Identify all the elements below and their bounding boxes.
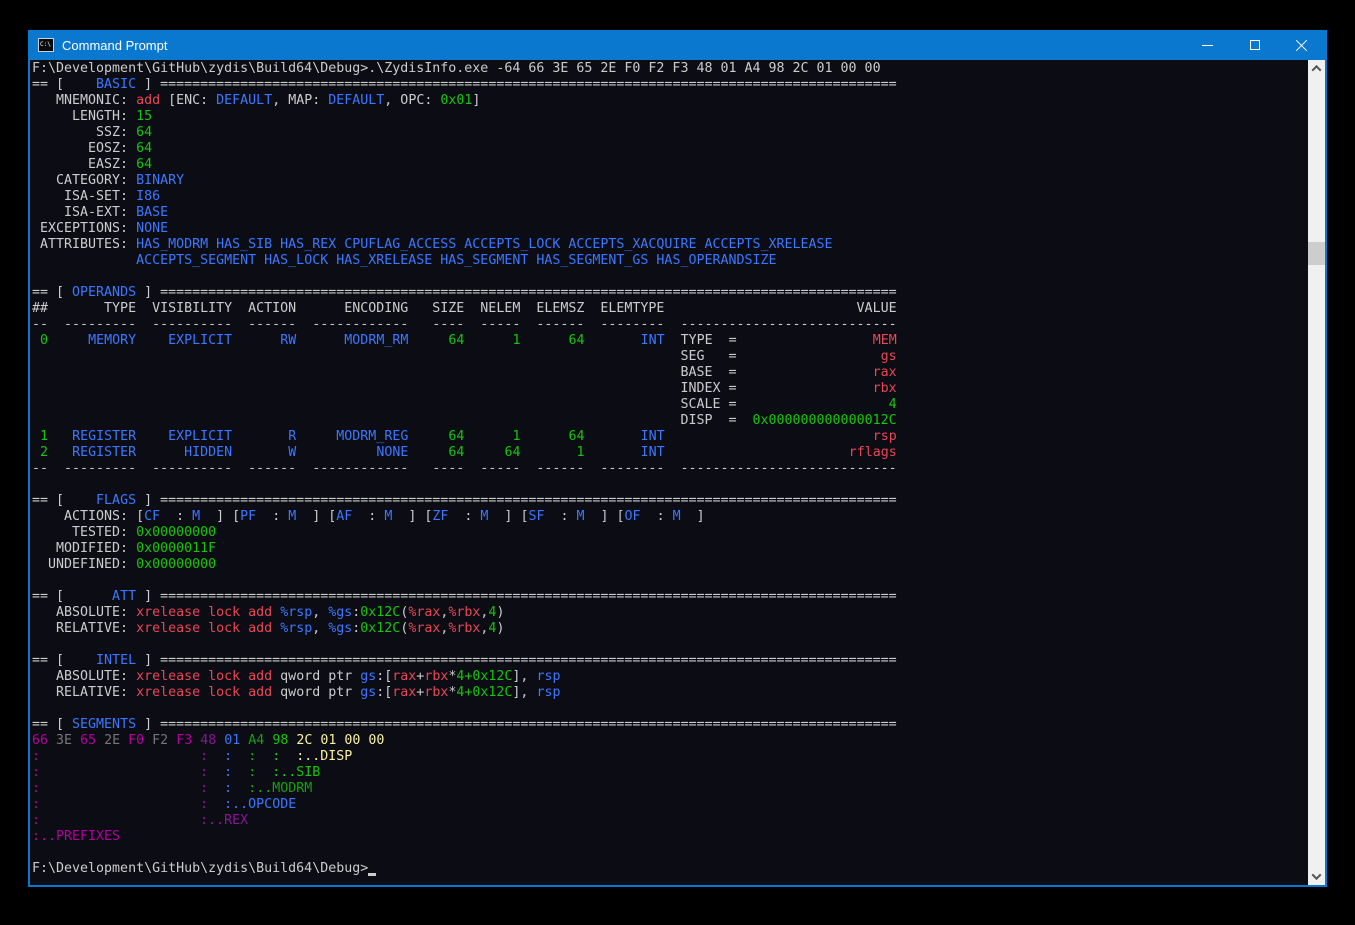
console: F:\Development\GitHub\zydis\Build64\Debu… [30,60,1325,885]
close-button[interactable] [1278,30,1325,60]
console-line [32,701,1308,717]
console-line: ABSOLUTE: xrelease lock add %rsp, %gs:0x… [32,605,1308,621]
console-line: 1 REGISTER EXPLICIT R MODRM_REG 64 1 64 … [32,429,1308,445]
console-line: SEG = gs [32,349,1308,365]
console-line [32,845,1308,861]
console-line [32,269,1308,285]
console-line: DISP = 0x000000000000012C [32,413,1308,429]
console-line: RELATIVE: xrelease lock add %rsp, %gs:0x… [32,621,1308,637]
console-line: -- --------- ---------- ------ ---------… [32,461,1308,477]
console-line: MODIFIED: 0x0000011F [32,541,1308,557]
chevron-up-icon [1312,65,1322,75]
maximize-button[interactable] [1231,30,1278,60]
console-line: :..PREFIXES [32,829,1308,845]
desktop: { "window": { "title": "Command Prompt",… [0,0,1355,925]
console-line: == [ SEGMENTS ] ========================… [32,717,1308,733]
console-line: SCALE = 4 [32,397,1308,413]
console-line: ABSOLUTE: xrelease lock add qword ptr gs… [32,669,1308,685]
console-line: ISA-EXT: BASE [32,205,1308,221]
window-controls [1184,30,1325,60]
text-cursor [368,862,376,877]
console-line: MNEMONIC: add [ENC: DEFAULT, MAP: DEFAUL… [32,93,1308,109]
minimize-icon [1202,45,1213,46]
maximize-icon [1250,40,1260,50]
scrollbar[interactable] [1308,60,1325,885]
console-line: : : : : : :..DISP [32,749,1308,765]
console-line: CATEGORY: BINARY [32,173,1308,189]
console-output[interactable]: F:\Development\GitHub\zydis\Build64\Debu… [30,60,1308,885]
console-line [32,637,1308,653]
console-line: EOSZ: 64 [32,141,1308,157]
console-line: ACTIONS: [CF : M ] [PF : M ] [AF : M ] [… [32,509,1308,525]
console-line: UNDEFINED: 0x00000000 [32,557,1308,573]
scrollbar-down-button[interactable] [1308,868,1325,885]
console-line: == [ ATT ] =============================… [32,589,1308,605]
console-line: == [ INTEL ] ===========================… [32,653,1308,669]
console-line: EASZ: 64 [32,157,1308,173]
console-line: F:\Development\GitHub\zydis\Build64\Debu… [32,861,1308,877]
console-line: INDEX = rbx [32,381,1308,397]
console-line: 2 REGISTER HIDDEN W NONE 64 64 1 INT rfl… [32,445,1308,461]
console-line: LENGTH: 15 [32,109,1308,125]
console-line: : : : : :..SIB [32,765,1308,781]
console-line [32,573,1308,589]
console-line: == [ FLAGS ] ===========================… [32,493,1308,509]
title-bar[interactable]: C:\ Command Prompt [30,30,1325,60]
console-line: TESTED: 0x00000000 [32,525,1308,541]
minimize-button[interactable] [1184,30,1231,60]
scrollbar-up-button[interactable] [1308,60,1325,77]
console-line: ATTRIBUTES: HAS_MODRM HAS_SIB HAS_REX CP… [32,237,1308,253]
console-line: : : :..OPCODE [32,797,1308,813]
close-icon [1295,39,1308,52]
console-line: : : : :..MODRM [32,781,1308,797]
console-line: EXCEPTIONS: NONE [32,221,1308,237]
console-line: ISA-SET: I86 [32,189,1308,205]
console-line: F:\Development\GitHub\zydis\Build64\Debu… [32,61,1308,77]
terminal-window: C:\ Command Prompt F:\Development\GitHub… [28,30,1327,887]
window-title: Command Prompt [62,38,167,53]
cmd-icon: C:\ [38,38,54,52]
console-line: == [ BASIC ] ===========================… [32,77,1308,93]
console-line: RELATIVE: xrelease lock add qword ptr gs… [32,685,1308,701]
console-line: 66 3E 65 2E F0 F2 F3 48 01 A4 98 2C 01 0… [32,733,1308,749]
chevron-down-icon [1312,870,1322,880]
scrollbar-thumb[interactable] [1308,242,1325,265]
console-line: BASE = rax [32,365,1308,381]
console-line [32,477,1308,493]
console-line: SSZ: 64 [32,125,1308,141]
console-line: : :..REX [32,813,1308,829]
console-line: 0 MEMORY EXPLICIT RW MODRM_RM 64 1 64 IN… [32,333,1308,349]
console-line: -- --------- ---------- ------ ---------… [32,317,1308,333]
console-line: ## TYPE VISIBILITY ACTION ENCODING SIZE … [32,301,1308,317]
console-line: ACCEPTS_SEGMENT HAS_LOCK HAS_XRELEASE HA… [32,253,1308,269]
console-line: == [ OPERANDS ] ========================… [32,285,1308,301]
